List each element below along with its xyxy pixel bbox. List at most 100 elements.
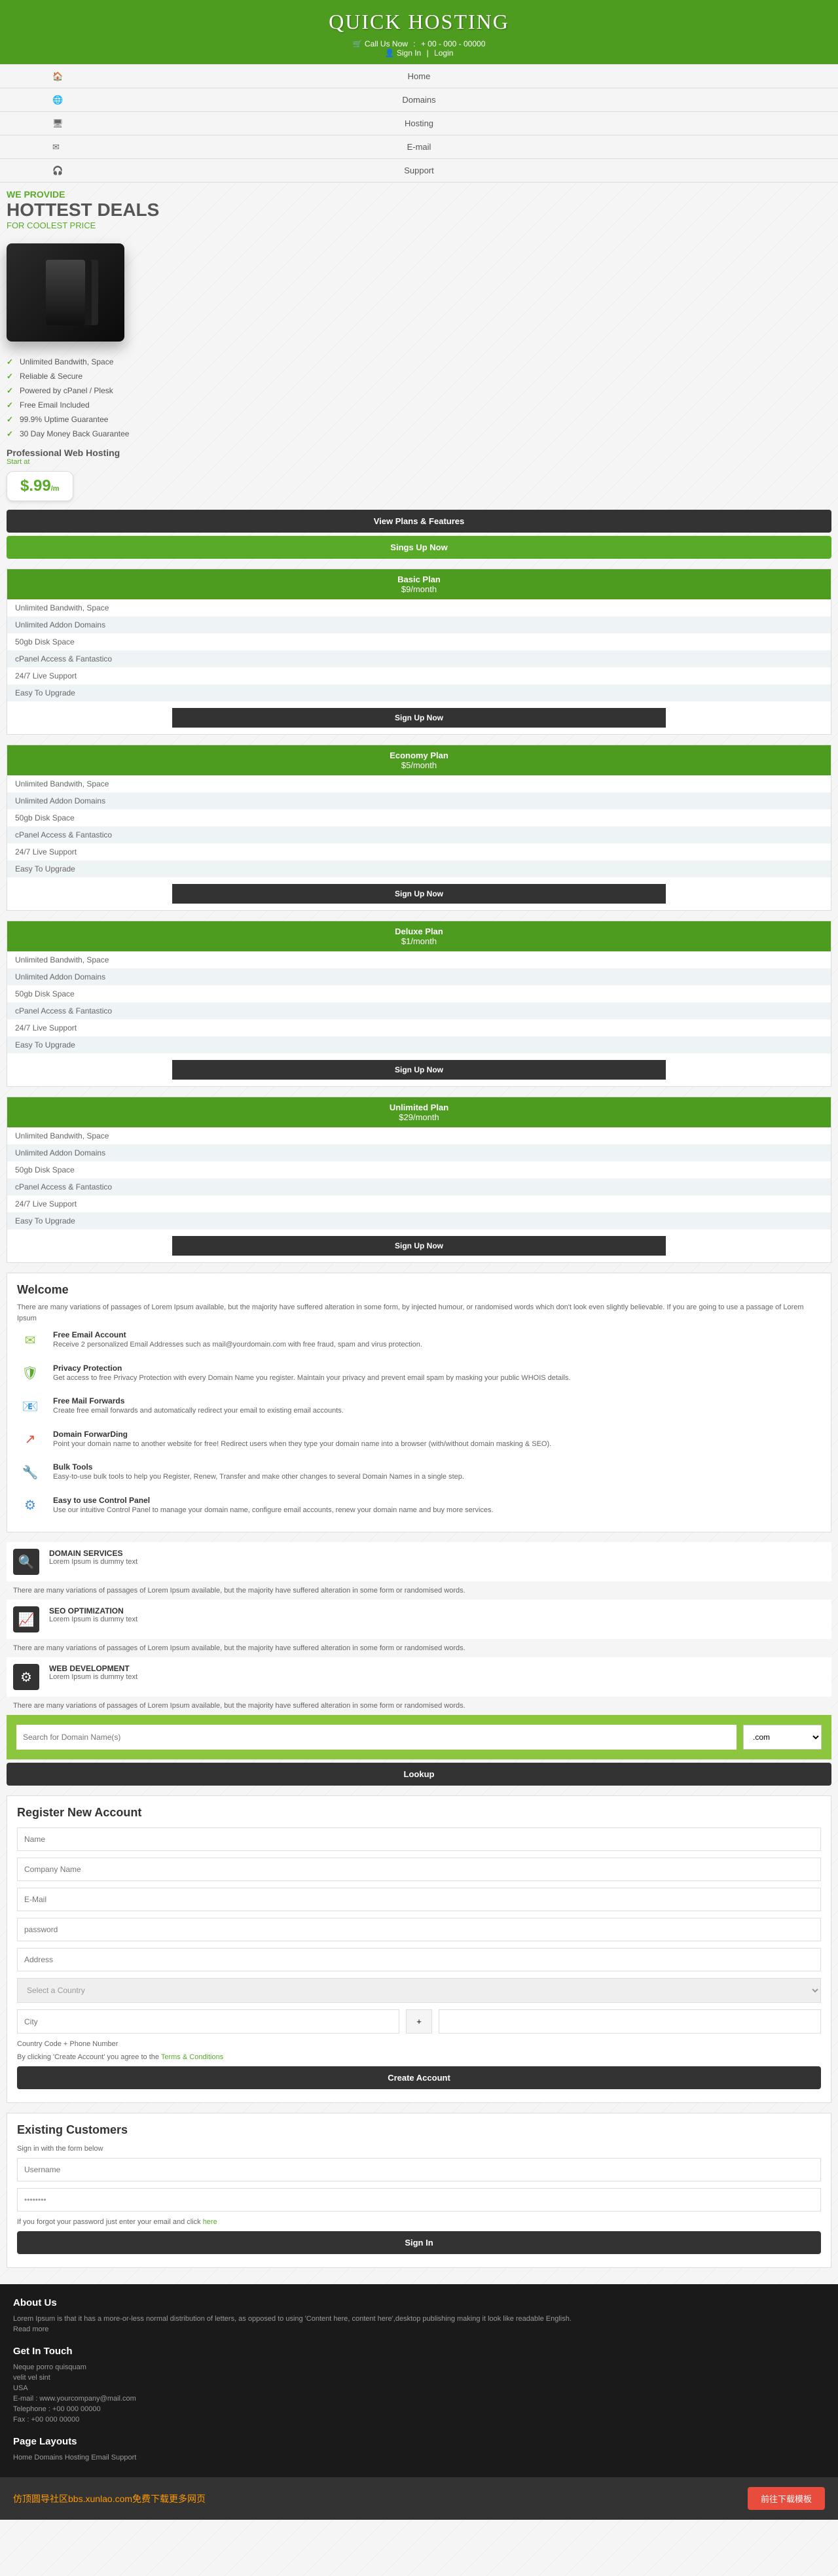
- plan-signup-button[interactable]: Sign Up Now: [172, 884, 666, 904]
- email-field[interactable]: [17, 1888, 821, 1911]
- view-plans-button[interactable]: View Plans & Features: [7, 510, 831, 533]
- plan-feature: 24/7 Live Support: [7, 843, 831, 860]
- headset-icon: 🎧: [52, 166, 63, 176]
- password-field[interactable]: [17, 1918, 821, 1941]
- feature-icon: 📧: [17, 1396, 43, 1416]
- service-icon: 🔍: [13, 1549, 39, 1575]
- plan-signup-button[interactable]: Sign Up Now: [172, 1236, 666, 1256]
- plan-signup-button[interactable]: Sign Up Now: [172, 1060, 666, 1080]
- company-field[interactable]: [17, 1858, 821, 1881]
- feature-desc: Use our intuitive Control Panel to manag…: [53, 1505, 494, 1516]
- create-account-button[interactable]: Create Account: [17, 2066, 821, 2089]
- service-title: WEB DEVELOPMENT: [49, 1664, 137, 1673]
- nav-domains[interactable]: 🌐Domains: [0, 88, 838, 112]
- footer-text: 仿顶圆导社区bbs.xunlao.com免费下载更多网页: [13, 2492, 206, 2505]
- plan-feature: Unlimited Addon Domains: [7, 968, 831, 985]
- plan-feature: Unlimited Bandwith, Space: [7, 1127, 831, 1144]
- feature-title: Free Email Account: [53, 1330, 422, 1339]
- feature-title: Easy to use Control Panel: [53, 1496, 494, 1505]
- about-title: About Us: [13, 2297, 825, 2308]
- plan-signup-button[interactable]: Sign Up Now: [172, 708, 666, 728]
- plan-feature: Unlimited Bandwith, Space: [7, 599, 831, 616]
- hero-price: $.99/m: [7, 471, 73, 501]
- welcome-text: There are many variations of passages of…: [17, 1302, 821, 1324]
- hero-title: HOTTEST DEALS: [7, 200, 831, 221]
- service-sub: Lorem Ipsum is dummy text: [49, 1558, 137, 1566]
- plan-header: Basic Plan$9/month: [7, 569, 831, 599]
- signin-password-field[interactable]: [17, 2188, 821, 2212]
- download-button[interactable]: 前往下载模板: [748, 2487, 825, 2510]
- feature-desc: Receive 2 personalized Email Addresses s…: [53, 1339, 422, 1350]
- touch-title: Get In Touch: [13, 2346, 825, 2357]
- plan-feature: Easy To Upgrade: [7, 1212, 831, 1229]
- header-contact: 🛒 Call Us Now : + 00 - 000 - 00000: [0, 39, 838, 48]
- address-field[interactable]: [17, 1948, 821, 1971]
- bullet-item: Reliable & Secure: [7, 369, 831, 383]
- feature-icon: 🛡: [17, 1364, 43, 1383]
- domain-search-bar: .com: [7, 1715, 831, 1759]
- feature-row: ↗Domain ForwarDingPoint your domain name…: [17, 1423, 821, 1456]
- pro-hosting-title: Professional Web Hosting: [7, 448, 831, 458]
- service-desc: There are many variations of passages of…: [7, 1697, 831, 1715]
- service-sub: Lorem Ipsum is dummy text: [49, 1615, 137, 1623]
- plus-button[interactable]: +: [406, 2009, 432, 2034]
- plan-feature: Unlimited Addon Domains: [7, 792, 831, 809]
- layouts-title: Page Layouts: [13, 2436, 825, 2447]
- contact-line: Telephone : +00 000 00000: [13, 2405, 825, 2413]
- plan-feature: cPanel Access & Fantastico: [7, 650, 831, 667]
- signup-now-button[interactable]: Sings Up Now: [7, 536, 831, 559]
- service-row: 🔍DOMAIN SERVICESLorem Ipsum is dummy tex…: [7, 1542, 831, 1581]
- feature-title: Domain ForwarDing: [53, 1430, 551, 1439]
- signin-button[interactable]: Sign In: [17, 2231, 821, 2254]
- plan-card: Basic Plan$9/monthUnlimited Bandwith, Sp…: [7, 569, 831, 735]
- domain-search-input[interactable]: [16, 1725, 737, 1750]
- plan-feature: 50gb Disk Space: [7, 985, 831, 1002]
- phone-field[interactable]: [439, 2009, 821, 2034]
- nav-home[interactable]: 🏠Home: [0, 65, 838, 88]
- plan-card: Unlimited Plan$29/monthUnlimited Bandwit…: [7, 1097, 831, 1263]
- nav-email[interactable]: ✉E-mail: [0, 135, 838, 159]
- feature-row: ✉Free Email AccountReceive 2 personalize…: [17, 1324, 821, 1357]
- plan-feature: Unlimited Bandwith, Space: [7, 951, 831, 968]
- read-more-link[interactable]: Read more: [13, 2325, 48, 2333]
- lookup-button[interactable]: Lookup: [7, 1763, 831, 1786]
- cc-note: Country Code + Phone Number: [17, 2040, 821, 2048]
- feature-icon: ↗: [17, 1430, 43, 1449]
- contact-line: USA: [13, 2384, 825, 2392]
- tld-select[interactable]: .com: [743, 1725, 822, 1750]
- mail-icon: ✉: [52, 142, 60, 152]
- country-select[interactable]: Select a Country: [17, 1978, 821, 2003]
- nav-support[interactable]: 🎧Support: [0, 159, 838, 182]
- plan-feature: Easy To Upgrade: [7, 1036, 831, 1053]
- plan-card: Economy Plan$5/monthUnlimited Bandwith, …: [7, 745, 831, 911]
- feature-row: 📧Free Mail ForwardsCreate free email for…: [17, 1390, 821, 1423]
- plan-feature: 24/7 Live Support: [7, 1019, 831, 1036]
- contact-line: velit vel sint: [13, 2374, 825, 2382]
- plan-feature: 50gb Disk Space: [7, 1161, 831, 1178]
- service-row: ⚙WEB DEVELOPMENTLorem Ipsum is dummy tex…: [7, 1657, 831, 1697]
- site-title: QUICK HOSTING: [0, 10, 838, 34]
- name-field[interactable]: [17, 1827, 821, 1851]
- contact-line: E-mail : www.yourcompany@mail.com: [13, 2395, 825, 2403]
- signin-link[interactable]: Sign In: [397, 48, 421, 58]
- header-auth: 👤 Sign In | Login: [0, 48, 838, 58]
- plan-card: Deluxe Plan$1/monthUnlimited Bandwith, S…: [7, 921, 831, 1087]
- login-link[interactable]: Login: [434, 48, 453, 58]
- cart-icon: 🛒: [353, 39, 363, 48]
- forgot-link[interactable]: here: [203, 2218, 217, 2226]
- layouts-links[interactable]: Home Domains Hosting Email Support: [13, 2454, 825, 2461]
- plan-feature: Unlimited Bandwith, Space: [7, 775, 831, 792]
- terms-note: By clicking 'Create Account' you agree t…: [17, 2053, 821, 2061]
- plan-header: Unlimited Plan$29/month: [7, 1097, 831, 1127]
- bullet-item: Unlimited Bandwith, Space: [7, 355, 831, 369]
- username-field[interactable]: [17, 2158, 821, 2181]
- footer-bar: 仿顶圆导社区bbs.xunlao.com免费下载更多网页 前往下载模板: [0, 2477, 838, 2520]
- start-at-label: Start at: [7, 458, 831, 466]
- terms-link[interactable]: Terms & Conditions: [161, 2053, 223, 2061]
- plan-feature: cPanel Access & Fantastico: [7, 1002, 831, 1019]
- nav-hosting[interactable]: 🖥Hosting: [0, 112, 838, 135]
- city-field[interactable]: [17, 2009, 399, 2034]
- plan-feature: 50gb Disk Space: [7, 809, 831, 826]
- plan-feature: Unlimited Addon Domains: [7, 1144, 831, 1161]
- feature-row: ⚙Easy to use Control PanelUse our intuit…: [17, 1489, 821, 1523]
